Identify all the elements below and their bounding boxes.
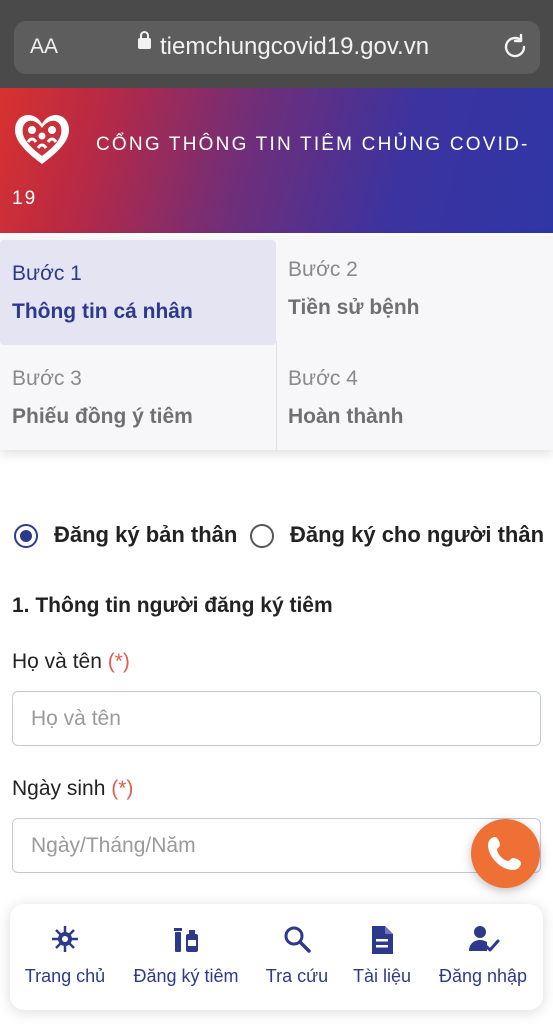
call-button[interactable]	[471, 819, 540, 888]
step-3[interactable]: Bước 3 Phiếu đồng ý tiêm	[0, 345, 276, 450]
radio-label: Đăng ký bản thân	[54, 522, 238, 547]
radio-label: Đăng ký cho người thân	[290, 522, 545, 547]
step-1[interactable]: Bước 1 Thông tin cá nhân	[0, 240, 276, 345]
date-of-birth-label: Ngày sinh (*)	[12, 777, 133, 801]
step-title: Phiếu đồng ý tiêm	[12, 405, 193, 428]
nav-register[interactable]: Đăng ký tiêm	[128, 904, 244, 1010]
lock-icon	[138, 31, 151, 49]
required-marker: (*)	[107, 650, 130, 673]
reload-icon[interactable]	[500, 32, 530, 67]
banner-title-continued: 19	[12, 188, 38, 209]
search-icon	[284, 926, 311, 953]
step-4[interactable]: Bước 4 Hoàn thành	[276, 345, 552, 450]
address-bar[interactable]: AA tiemchungcovid19.gov.vn	[14, 21, 540, 74]
document-icon	[372, 926, 393, 954]
vaccine-icon	[174, 928, 198, 952]
required-marker: (*)	[111, 777, 134, 800]
phone-icon	[488, 837, 521, 870]
virus-icon	[52, 926, 78, 952]
step-title: Tiền sử bệnh	[288, 296, 420, 319]
step-title: Thông tin cá nhân	[12, 300, 193, 323]
nav-lookup[interactable]: Tra cứu	[254, 904, 340, 1010]
date-of-birth-input[interactable]	[12, 818, 541, 873]
full-name-label: Họ và tên (*)	[12, 650, 130, 674]
url-text[interactable]: tiemchungcovid19.gov.vn	[160, 33, 429, 61]
step-number: Bước 2	[288, 258, 358, 281]
portal-logo	[10, 108, 74, 168]
portal-banner: CỔNG THÔNG TIN TIÊM CHỦNG COVID- 19	[0, 88, 553, 233]
user-check-icon	[469, 926, 500, 952]
browser-toolbar: AA tiemchungcovid19.gov.vn	[0, 0, 553, 88]
section-title: 1. Thông tin người đăng ký tiêm	[12, 594, 333, 617]
nav-label: Tra cứu	[265, 966, 329, 986]
field-label-text: Ngày sinh	[12, 777, 106, 800]
step-title: Hoàn thành	[288, 405, 404, 428]
step-tabs: Bước 1 Thông tin cá nhân Bước 2 Tiền sử …	[0, 236, 553, 450]
registration-type-group: Đăng ký bản thân Đăng ký cho người thân	[12, 522, 552, 556]
step-number: Bước 4	[288, 367, 358, 390]
step-2[interactable]: Bước 2 Tiền sử bệnh	[276, 236, 552, 341]
nav-home[interactable]: Trang chủ	[12, 904, 118, 1010]
radio-unchecked-icon[interactable]	[250, 524, 274, 548]
nav-label: Đăng ký tiêm	[133, 966, 239, 986]
banner-title: CỔNG THÔNG TIN TIÊM CHỦNG COVID-	[96, 134, 530, 155]
step-number: Bước 1	[12, 262, 82, 285]
nav-label: Đăng nhập	[438, 966, 528, 986]
step-divider	[276, 341, 277, 450]
step-number: Bước 3	[12, 367, 82, 390]
nav-label: Trang chủ	[24, 966, 106, 986]
text-size-button[interactable]: AA	[30, 35, 58, 59]
nav-login[interactable]: Đăng nhập	[430, 904, 536, 1010]
field-label-text: Họ và tên	[12, 650, 102, 673]
full-name-input[interactable]	[12, 691, 541, 746]
radio-checked-icon[interactable]	[14, 524, 38, 548]
bottom-navigation: Trang chủ Đăng ký tiêm Tra cứu Tài liệu	[10, 904, 543, 1010]
nav-label: Tài liệu	[352, 966, 412, 986]
nav-documents[interactable]: Tài liệu	[346, 904, 418, 1010]
